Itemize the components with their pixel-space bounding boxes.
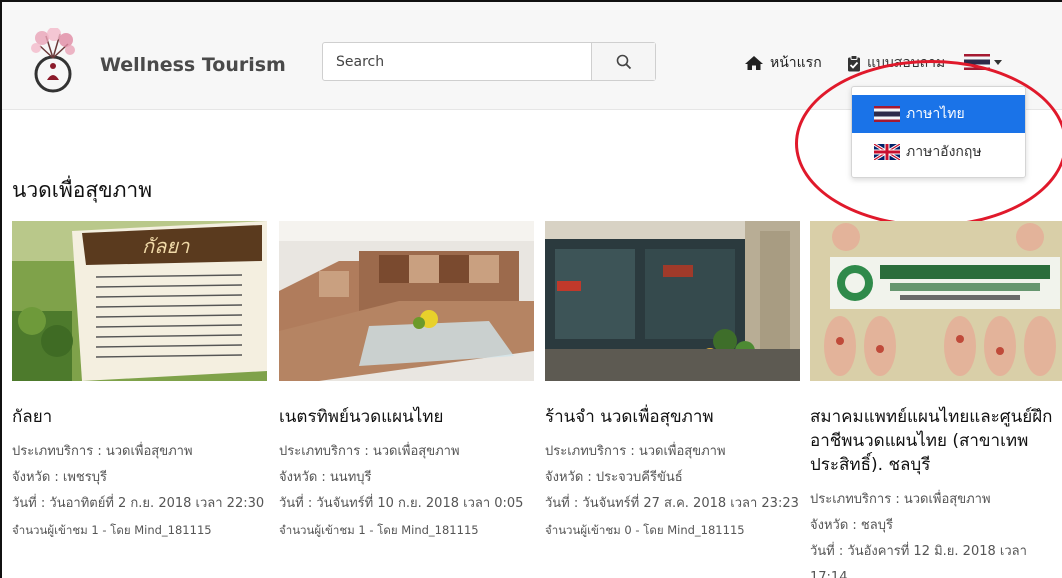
listing-meta: ประเภทบริการ : นวดเพื่อสุขภาพ จังหวัด : …: [12, 439, 269, 543]
home-icon: [745, 56, 763, 70]
brand-name[interactable]: Wellness Tourism: [100, 54, 286, 76]
listing-province: จังหวัด : เพชรบุรี: [12, 470, 107, 485]
search-icon: [616, 54, 631, 69]
search-input[interactable]: [323, 43, 591, 80]
listing-photo[interactable]: [545, 221, 800, 381]
search-button[interactable]: [591, 43, 655, 80]
listing-card[interactable]: ร้านจำ นวดเพื่อสุขภาพ ประเภทบริการ : นวด…: [545, 221, 802, 543]
svg-text:กัลยา: กัลยา: [142, 234, 190, 258]
listing-card[interactable]: สมาคมแพทย์แผนไทยและศูนย์ฝึกอาชีพนวดแผนไท…: [810, 221, 1062, 578]
listing-photo[interactable]: [810, 221, 1062, 381]
listing-type: ประเภทบริการ : นวดเพื่อสุขภาพ: [12, 444, 193, 459]
listing-title[interactable]: เนตรทิพย์นวดแผนไทย: [279, 405, 536, 429]
listing-province: จังหวัด : นนทบุรี: [279, 470, 372, 485]
caret-down-icon: [994, 59, 1002, 65]
listing-title[interactable]: สมาคมแพทย์แผนไทยและศูนย์ฝึกอาชีพนวดแผนไท…: [810, 405, 1062, 477]
clipboard-check-icon: [848, 54, 860, 71]
language-option-thai[interactable]: ภาษาไทย: [852, 95, 1025, 133]
nav-questionnaire-link[interactable]: แบบสอบถาม: [847, 52, 945, 74]
listing-title[interactable]: กัลยา: [12, 405, 269, 429]
language-option-label: ภาษาอังกฤษ: [906, 144, 982, 160]
uk-flag-icon: [874, 144, 900, 160]
listing-type: ประเภทบริการ : นวดเพื่อสุขภาพ: [810, 492, 991, 507]
nav-home-label: หน้าแรก: [770, 55, 822, 71]
listing-views: จำนวนผู้เข้าชม 1 - โดย Mind_181115: [279, 523, 479, 537]
listing-meta: ประเภทบริการ : นวดเพื่อสุขภาพ จังหวัด : …: [810, 487, 1062, 578]
brand-logo[interactable]: [24, 28, 82, 94]
listing-meta: ประเภทบริการ : นวดเพื่อสุขภาพ จังหวัด : …: [279, 439, 536, 543]
listing-province: จังหวัด : ชลบุรี: [810, 518, 893, 533]
language-dropdown-menu: ภาษาไทย ภาษาอังกฤษ: [851, 86, 1026, 178]
listing-card[interactable]: กัลยา กัลยา ประเภทบริการ : นวดเพื่อสุขภา…: [12, 221, 269, 543]
listing-views: จำนวนผู้เข้าชม 1 - โดย Mind_181115: [12, 523, 212, 537]
listing-card[interactable]: เนตรทิพย์นวดแผนไทย ประเภทบริการ : นวดเพื…: [279, 221, 536, 543]
listing-type: ประเภทบริการ : นวดเพื่อสุขภาพ: [545, 444, 726, 459]
language-option-english[interactable]: ภาษาอังกฤษ: [852, 133, 1025, 171]
thai-flag-icon: [964, 54, 990, 70]
nav-questionnaire-label: แบบสอบถาม: [867, 55, 946, 71]
listing-date: วันที่ : วันอาทิตย์ที่ 2 ก.ย. 2018 เวลา …: [12, 496, 265, 511]
listing-photo[interactable]: กัลยา: [12, 221, 267, 381]
language-dropdown-toggle[interactable]: [964, 54, 1002, 70]
search-bar: [322, 42, 656, 81]
language-option-label: ภาษาไทย: [906, 106, 965, 122]
nav-home-link[interactable]: หน้าแรก: [744, 52, 822, 74]
listing-title[interactable]: ร้านจำ นวดเพื่อสุขภาพ: [545, 405, 802, 429]
page-frame: Wellness Tourism หน้าแรก แบบสอบถาม: [0, 0, 1062, 578]
listing-views: จำนวนผู้เข้าชม 0 - โดย Mind_181115: [545, 523, 745, 537]
thai-flag-icon: [874, 106, 900, 122]
listing-province: จังหวัด : ประจวบคีรีขันธ์: [545, 470, 683, 485]
listing-meta: ประเภทบริการ : นวดเพื่อสุขภาพ จังหวัด : …: [545, 439, 802, 543]
listing-type: ประเภทบริการ : นวดเพื่อสุขภาพ: [279, 444, 460, 459]
listing-date: วันที่ : วันอังคารที่ 12 มิ.ย. 2018 เวลา…: [810, 544, 1027, 578]
listing-date: วันที่ : วันจันทร์ที่ 10 ก.ย. 2018 เวลา …: [279, 496, 524, 511]
listing-photo[interactable]: [279, 221, 534, 381]
section-title: นวดเพื่อสุขภาพ: [12, 178, 153, 202]
listing-date: วันที่ : วันจันทร์ที่ 27 ส.ค. 2018 เวลา …: [545, 496, 799, 511]
